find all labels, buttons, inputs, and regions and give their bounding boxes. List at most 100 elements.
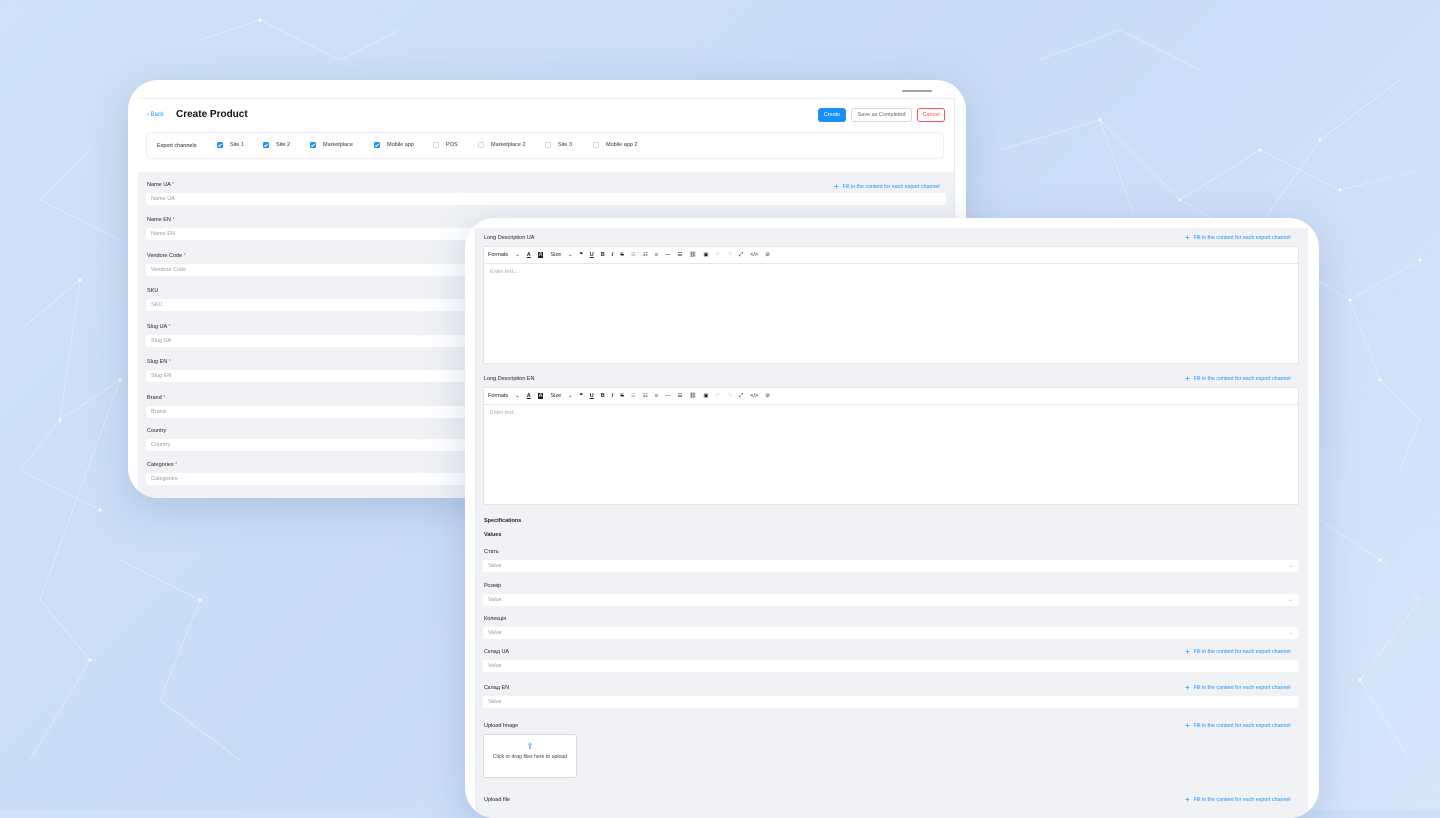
- fullscreen-icon[interactable]: ⤢: [739, 393, 743, 400]
- chevron-down-icon[interactable]: ⌄: [568, 393, 573, 399]
- drag-handle[interactable]: [902, 90, 932, 92]
- export-channels-box: Export channels Site 1 Site 2 Marketplac…: [146, 132, 944, 159]
- checkbox-empty-icon[interactable]: [593, 142, 599, 148]
- strikethrough-icon[interactable]: S: [620, 252, 624, 258]
- underline-icon[interactable]: U: [590, 252, 594, 258]
- align-left-icon[interactable]: ≡: [655, 393, 658, 399]
- horizontal-rule-icon[interactable]: —: [665, 393, 671, 399]
- checkbox-checked-icon[interactable]: [217, 142, 223, 148]
- undo-icon[interactable]: ↶: [716, 393, 721, 399]
- sklad-en-input[interactable]: Value: [483, 696, 1299, 708]
- indent-icon[interactable]: ☰: [631, 393, 636, 399]
- plus-icon: +: [1185, 233, 1190, 242]
- image-icon[interactable]: ▣: [703, 252, 708, 258]
- italic-icon[interactable]: I: [612, 252, 614, 258]
- fill-channels-link[interactable]: +Fill in the content for each export cha…: [834, 182, 940, 191]
- underline-icon[interactable]: U: [590, 393, 594, 399]
- editor-toolbar: Formats ⌄ A A Size ⌄ ❝ U B I S ☰ ☷ ≡ — ☰…: [483, 387, 1299, 405]
- link-icon[interactable]: ⛓: [689, 252, 696, 258]
- fill-channels-link[interactable]: +Fill in the content for each export cha…: [1185, 795, 1291, 804]
- formats-dropdown[interactable]: Formats: [488, 393, 508, 399]
- field-label-name-en: Name EN *: [147, 217, 175, 223]
- italic-icon[interactable]: I: [612, 393, 614, 399]
- formats-dropdown[interactable]: Formats: [488, 252, 508, 258]
- fill-channels-link[interactable]: +Fill in the content for each export cha…: [1185, 647, 1291, 656]
- bold-icon[interactable]: B: [601, 252, 605, 258]
- checkbox-empty-icon[interactable]: [545, 142, 551, 148]
- spec-label-kolektsiia: Колекція: [484, 616, 507, 622]
- fill-channels-link[interactable]: +Fill in the content for each export cha…: [1185, 721, 1291, 730]
- long-description-ua-editor[interactable]: Enter text...: [483, 264, 1299, 364]
- stat-select[interactable]: Value ⌄: [483, 560, 1299, 572]
- link-icon[interactable]: ⛓: [689, 393, 696, 399]
- highlight-color-icon[interactable]: A: [537, 393, 544, 399]
- fill-channels-link[interactable]: +Fill in the content for each export cha…: [1185, 233, 1291, 242]
- upload-file-label: Upload file: [484, 797, 510, 803]
- checkbox-checked-icon[interactable]: [374, 142, 380, 148]
- long-description-en-editor[interactable]: Enter text...: [483, 405, 1299, 505]
- field-label-brand: Brand *: [147, 395, 166, 401]
- align-left-icon[interactable]: ≡: [655, 252, 658, 258]
- quote-icon[interactable]: ❝: [580, 252, 583, 258]
- rozmir-select[interactable]: Value ⌄: [483, 594, 1299, 606]
- spec-label-rozmir: Розмір: [484, 583, 502, 589]
- chevron-down-icon[interactable]: ⌄: [515, 393, 520, 399]
- checkbox-checked-icon[interactable]: [310, 142, 316, 148]
- checkbox-checked-icon[interactable]: [263, 142, 269, 148]
- checkbox-empty-icon[interactable]: [433, 142, 439, 148]
- horizontal-rule-icon[interactable]: —: [665, 252, 671, 258]
- undo-icon[interactable]: ↶: [716, 252, 721, 258]
- sklad-en-label: Склад EN: [484, 685, 510, 691]
- list-icon[interactable]: ☰: [677, 393, 682, 399]
- field-label-slug-en: Slug EN *: [147, 359, 171, 365]
- channel-mobile-app-2[interactable]: Mobile app 2: [593, 142, 638, 148]
- indent-icon[interactable]: ☰: [631, 252, 636, 258]
- size-dropdown[interactable]: Size: [550, 252, 561, 258]
- channel-site-1[interactable]: Site 1: [217, 142, 244, 148]
- fullscreen-icon[interactable]: ⤢: [739, 252, 743, 259]
- create-button[interactable]: Create: [818, 108, 846, 122]
- upload-image-label: Upload Image: [484, 723, 519, 729]
- outdent-icon[interactable]: ☷: [643, 252, 648, 258]
- upload-icon: ⇪: [526, 741, 534, 751]
- text-color-icon[interactable]: A: [527, 252, 531, 258]
- chevron-down-icon[interactable]: ⌄: [515, 252, 520, 258]
- chevron-left-icon: ‹: [147, 112, 149, 118]
- back-link[interactable]: ‹ Back: [147, 112, 164, 118]
- text-color-icon[interactable]: A: [527, 393, 531, 399]
- clear-format-icon[interactable]: ⊘: [765, 252, 770, 258]
- quote-icon[interactable]: ❝: [580, 393, 583, 399]
- field-label-name-ua: Name UA *: [147, 182, 175, 188]
- image-icon[interactable]: ▣: [703, 393, 708, 399]
- size-dropdown[interactable]: Size: [550, 393, 561, 399]
- field-label-sku: SKU: [147, 288, 159, 294]
- channel-pos[interactable]: POS: [433, 142, 458, 148]
- redo-icon[interactable]: ↷: [727, 393, 732, 399]
- cancel-button[interactable]: Cancel: [917, 108, 945, 122]
- strikethrough-icon[interactable]: S: [620, 393, 624, 399]
- chevron-down-icon[interactable]: ⌄: [568, 252, 573, 258]
- fill-channels-link[interactable]: +Fill in the content for each export cha…: [1185, 374, 1291, 383]
- name-ua-input[interactable]: Name UA: [146, 193, 946, 205]
- channel-marketplace-2[interactable]: Marketplace 2: [478, 142, 526, 148]
- outdent-icon[interactable]: ☷: [643, 393, 648, 399]
- bold-icon[interactable]: B: [601, 393, 605, 399]
- save-as-completed-button[interactable]: Save as Completed: [851, 108, 912, 122]
- checkbox-empty-icon[interactable]: [478, 142, 484, 148]
- sklad-ua-input[interactable]: Value: [483, 660, 1299, 672]
- list-icon[interactable]: ☰: [677, 252, 682, 258]
- code-icon[interactable]: </>: [750, 393, 758, 399]
- channel-mobile-app[interactable]: Mobile app: [374, 142, 414, 148]
- kolektsiia-select[interactable]: Value ⌄: [483, 627, 1299, 639]
- highlight-color-icon[interactable]: A: [537, 252, 544, 258]
- channel-site-3[interactable]: Site 3: [545, 142, 572, 148]
- chevron-down-icon: ⌄: [1287, 630, 1293, 636]
- upload-image-dropzone[interactable]: ⇪ Click or drag files here to upload: [483, 734, 577, 778]
- redo-icon[interactable]: ↷: [727, 252, 732, 258]
- window-top-bar: [138, 90, 956, 99]
- clear-format-icon[interactable]: ⊘: [765, 393, 770, 399]
- channel-marketplace[interactable]: Marketplace: [310, 142, 353, 148]
- fill-channels-link[interactable]: +Fill in the content for each export cha…: [1185, 683, 1291, 692]
- channel-site-2[interactable]: Site 2: [263, 142, 290, 148]
- code-icon[interactable]: </>: [750, 252, 758, 258]
